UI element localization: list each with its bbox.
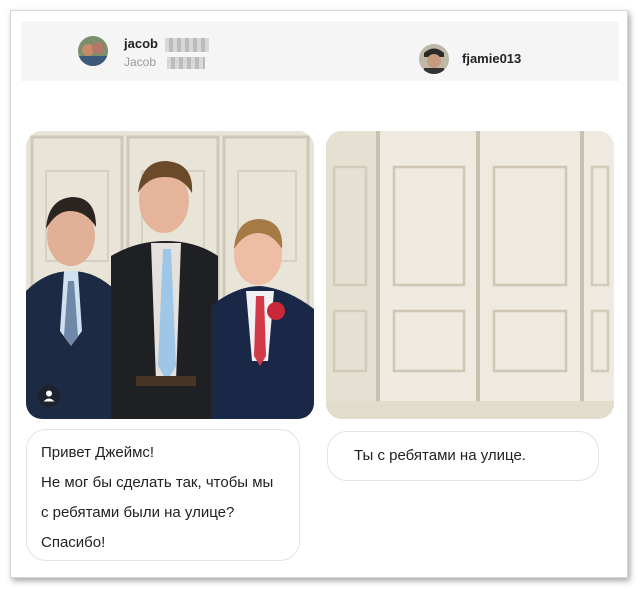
conversation-header: jacob Jacob fjamie013 <box>21 21 619 81</box>
subtitle-redaction <box>167 57 205 69</box>
message-line: Спасибо! <box>41 534 106 551</box>
right-message-bubble: Ты с ребятами на улице. <box>327 431 599 481</box>
message-line: Привет Джеймс! <box>41 444 155 461</box>
message-text: Ты с ребятами на улице. <box>354 447 526 464</box>
username-redaction <box>165 38 209 52</box>
message-line: Не мог бы сделать так, чтобы мы <box>41 474 274 491</box>
three-men-photo <box>26 131 314 419</box>
left-photo[interactable] <box>26 131 314 419</box>
left-message-bubble: Привет Джеймс! Не мог бы сделать так, чт… <box>26 429 300 561</box>
wall-doors-photo <box>326 131 614 419</box>
right-user-avatar[interactable] <box>419 44 449 74</box>
left-username[interactable]: jacob <box>124 36 158 51</box>
left-user-avatar[interactable] <box>78 36 108 66</box>
right-username[interactable]: fjamie013 <box>462 51 521 66</box>
user-icon[interactable] <box>38 385 60 407</box>
message-line: с ребятами были на улице? <box>41 504 235 521</box>
right-photo[interactable] <box>326 131 614 419</box>
screenshot-frame: jacob Jacob fjamie013 Привет Джеймс! Не … <box>10 10 628 578</box>
left-user-subtitle: Jacob <box>124 55 157 69</box>
